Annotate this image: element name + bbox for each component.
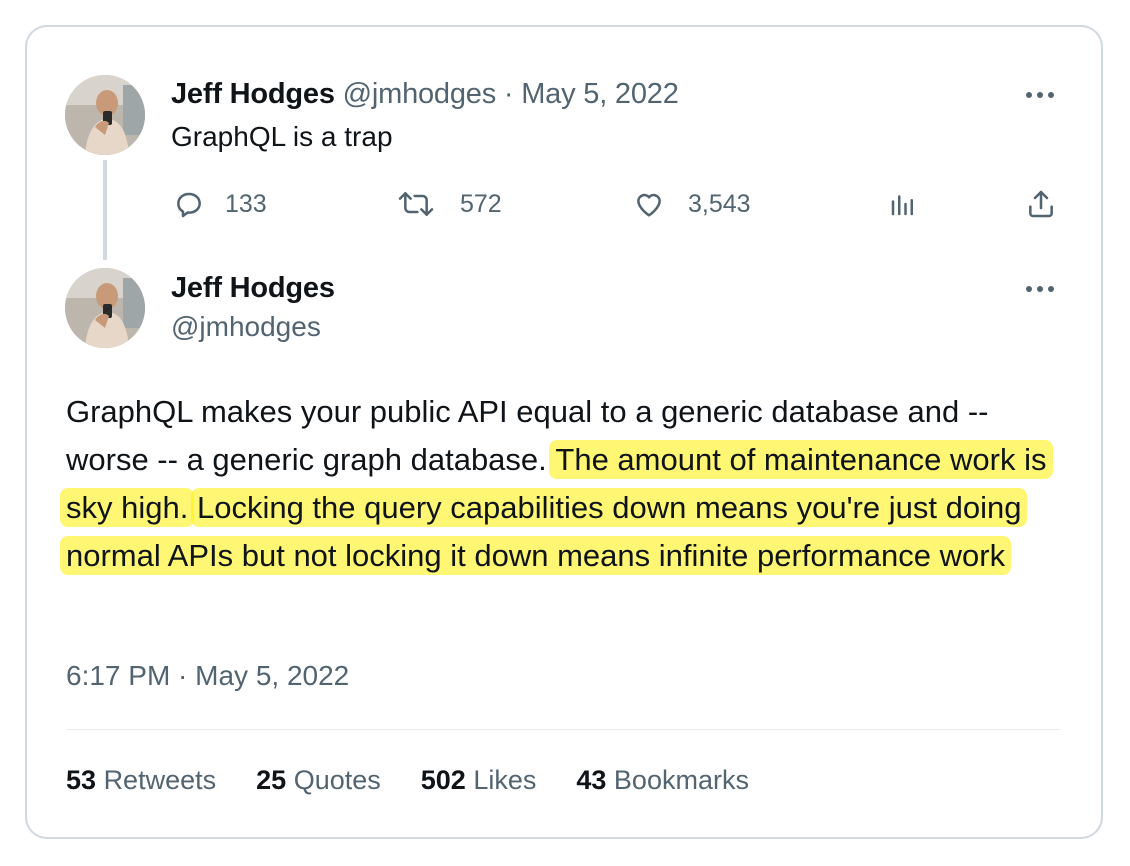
share-icon (1029, 190, 1053, 218)
reply-icon (177, 192, 201, 218)
stat-count: 43 (576, 765, 607, 795)
stat-bookmarks[interactable]: 43 Bookmarks (576, 765, 749, 796)
main-author-name[interactable]: Jeff Hodges (171, 272, 335, 305)
stat-count: 53 (66, 765, 97, 795)
retweet-icon (398, 192, 434, 216)
like-icon (637, 193, 661, 217)
reply-date[interactable]: May 5, 2022 (521, 78, 679, 110)
tweet-body: GraphQL makes your public API equal to a… (60, 388, 1056, 580)
reply-author-line[interactable]: Jeff Hodges @jmhodges · May 5, 2022 (171, 78, 679, 111)
tweet-stats: 53 Retweets 25 Quotes 502 Likes 43 Bookm… (66, 765, 749, 796)
retweet-count: 572 (460, 189, 502, 218)
reply-text: GraphQL is a trap (171, 121, 393, 152)
stat-label: Retweets (103, 765, 217, 795)
stat-label: Likes (473, 765, 537, 795)
reply-separator: · (503, 78, 514, 110)
stat-likes[interactable]: 502 Likes (421, 765, 537, 796)
more-icon[interactable] (1026, 90, 1058, 100)
main-author-handle[interactable]: @jmhodges (171, 311, 321, 343)
like-count: 3,543 (688, 189, 751, 218)
divider (66, 729, 1060, 730)
views-icon (891, 195, 913, 216)
highlighted-text: Locking the query capabilities down mean… (60, 488, 1028, 575)
share-button[interactable] (1025, 186, 1057, 222)
views-button[interactable] (888, 186, 918, 222)
stat-label: Quotes (293, 765, 381, 795)
avatar[interactable] (65, 75, 145, 155)
reply-button[interactable]: 133 (173, 186, 267, 222)
reply-author-name[interactable]: Jeff Hodges (171, 78, 335, 110)
stat-retweets[interactable]: 53 Retweets (66, 765, 216, 796)
stat-quotes[interactable]: 25 Quotes (256, 765, 381, 796)
stat-label: Bookmarks (613, 765, 749, 795)
thread-line (103, 160, 107, 260)
retweet-button[interactable]: 572 (396, 186, 502, 222)
reply-count: 133 (225, 189, 267, 218)
like-button[interactable]: 3,543 (632, 186, 751, 222)
tweet-timestamp[interactable]: 6:17 PM · May 5, 2022 (66, 660, 349, 692)
stat-count: 502 (420, 765, 466, 795)
more-icon[interactable] (1026, 284, 1058, 294)
stat-count: 25 (256, 765, 287, 795)
reply-author-handle[interactable]: @jmhodges (343, 78, 497, 110)
avatar[interactable] (65, 268, 145, 348)
